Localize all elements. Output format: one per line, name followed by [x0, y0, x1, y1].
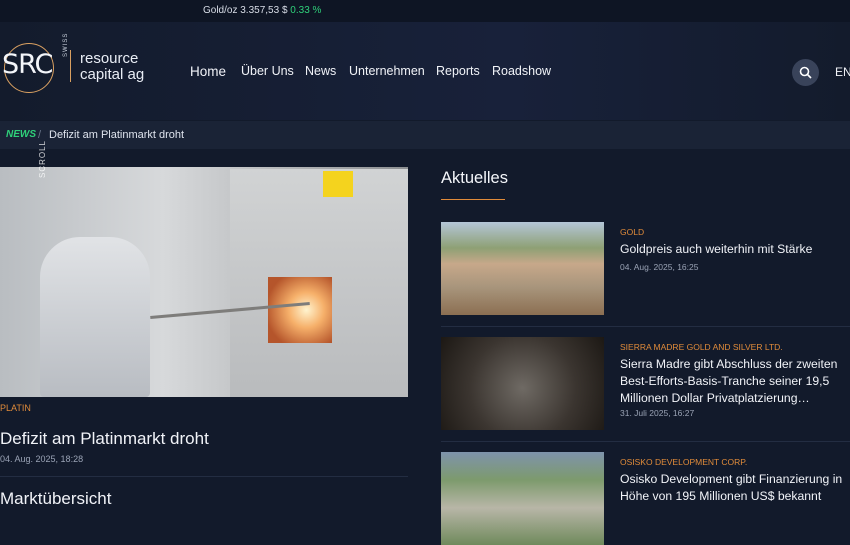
- hero-image[interactable]: [0, 167, 408, 397]
- article-category[interactable]: GOLD: [620, 227, 644, 237]
- language-switch[interactable]: EN: [835, 65, 850, 79]
- site-header: SRC SWISS resource capital ag Home Über …: [0, 22, 850, 120]
- article-separator: [441, 441, 850, 442]
- article-title[interactable]: Goldpreis auch weiterhin mit Stärke: [620, 241, 850, 258]
- article-date: 04. Aug. 2025, 16:25: [620, 262, 699, 272]
- logo-initials: SRC: [2, 49, 53, 80]
- nav-ueber-uns[interactable]: Über Uns: [241, 64, 294, 78]
- hero-divider: [0, 476, 408, 477]
- gold-price-label: Gold/oz 3.357,53 $: [203, 5, 288, 16]
- nav-home[interactable]: Home: [190, 64, 226, 79]
- breadcrumb: NEWS / Defizit am Platinmarkt droht: [0, 121, 850, 149]
- article-category[interactable]: OSISKO DEVELOPMENT CORP.: [620, 457, 747, 467]
- article-separator: [441, 326, 850, 327]
- scroll-label: SCROLL: [38, 139, 47, 178]
- hero-image-furnace-opening: [268, 277, 332, 343]
- article-category[interactable]: SIERRA MADRE GOLD AND SILVER LTD.: [620, 342, 783, 352]
- nav-reports[interactable]: Reports: [436, 64, 480, 78]
- logo-text-line1: resource: [80, 50, 139, 67]
- article-date: 31. Juli 2025, 16:27: [620, 408, 695, 418]
- article-thumbnail[interactable]: [441, 337, 604, 430]
- aktuelles-underline: [441, 199, 505, 200]
- gold-price-ticker: Gold/oz 3.357,53 $ 0.33 %: [0, 0, 850, 22]
- hero-image-worker: [40, 237, 150, 397]
- nav-roadshow[interactable]: Roadshow: [492, 64, 551, 78]
- logo-divider: [70, 50, 71, 82]
- article-title[interactable]: Sierra Madre gibt Abschluss der zweiten …: [620, 356, 850, 407]
- search-button[interactable]: [792, 59, 819, 86]
- market-overview-heading: Marktübersicht: [0, 489, 112, 508]
- logo-text-line2: capital ag: [80, 66, 145, 83]
- breadcrumb-current: Defizit am Platinmarkt droht: [49, 129, 185, 141]
- aktuelles-heading: Aktuelles: [441, 169, 508, 187]
- search-icon: [799, 66, 812, 79]
- hero-date: 04. Aug. 2025, 18:28: [0, 454, 84, 464]
- nav-news[interactable]: News: [305, 64, 336, 78]
- article-thumbnail[interactable]: [441, 452, 604, 545]
- hero-category[interactable]: PLATIN: [0, 403, 31, 413]
- gold-price-change: 0.33 %: [290, 5, 322, 16]
- hero-image-sign: [323, 171, 353, 197]
- nav-unternehmen[interactable]: Unternehmen: [349, 64, 425, 78]
- site-logo[interactable]: SRC SWISS resource capital ag: [0, 33, 160, 99]
- logo-swiss: SWISS: [63, 32, 69, 57]
- article-thumbnail[interactable]: [441, 222, 604, 315]
- breadcrumb-news[interactable]: NEWS: [6, 121, 36, 149]
- hero-title[interactable]: Defizit am Platinmarkt droht: [0, 429, 209, 449]
